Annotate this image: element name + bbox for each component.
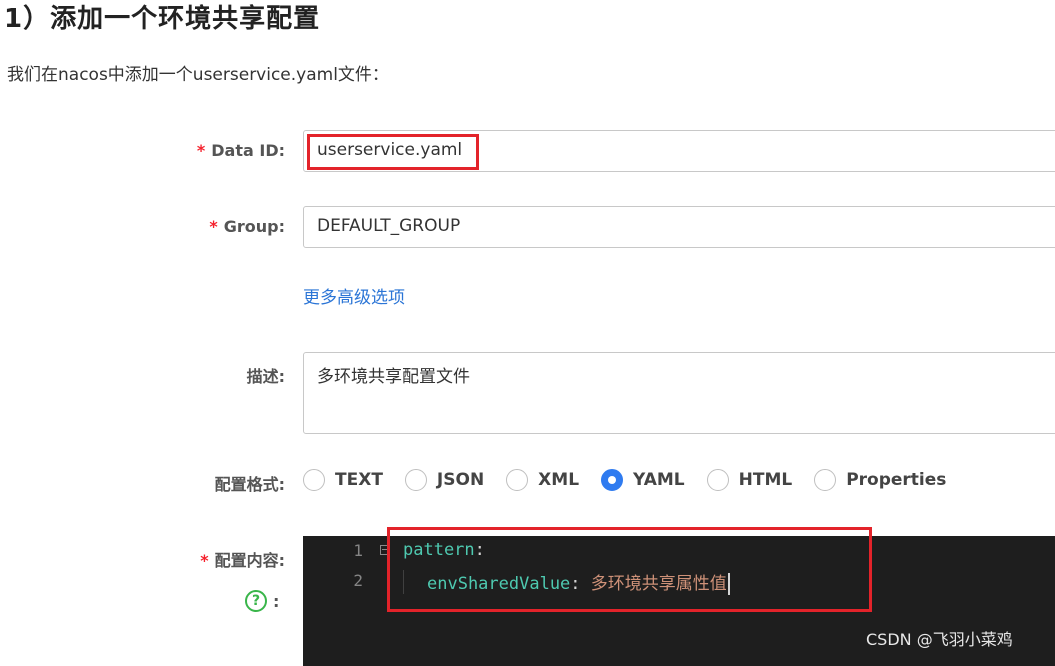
required-marker: * (196, 141, 206, 160)
line-number: 2 (353, 571, 363, 590)
radio-label: XML (538, 470, 580, 490)
radio-circle[interactable] (706, 469, 729, 491)
radio-circle[interactable] (404, 469, 427, 491)
description-textarea[interactable]: 多环境共享配置文件 (303, 352, 1055, 434)
group-label-text: Group: (223, 217, 285, 236)
help-colon: : (273, 591, 280, 611)
radio-text[interactable]: TEXT (303, 469, 383, 491)
section-heading: 1）添加一个环境共享配置 (4, 4, 321, 34)
required-marker: * (209, 217, 218, 236)
radio-label: Properties (846, 470, 947, 490)
radio-label: JSON (436, 470, 485, 490)
radio-html[interactable]: HTML (706, 469, 793, 491)
description-label: 描述: (246, 367, 285, 386)
required-marker: * (200, 551, 209, 570)
radio-circle[interactable] (506, 469, 529, 491)
radio-label: HTML (738, 470, 793, 490)
group-value: DEFAULT_GROUP (317, 216, 461, 236)
data-id-label-text: Data ID: (211, 141, 285, 160)
radio-label: TEXT (335, 470, 383, 490)
content-help: ? : (245, 590, 279, 612)
radio-label: YAML (633, 470, 685, 490)
radio-circle-selected[interactable] (601, 469, 624, 491)
radio-json[interactable]: JSON (404, 469, 485, 491)
format-radio-group: TEXT JSON XML YAML HTML Properties (303, 464, 968, 496)
description-value: 多环境共享配置文件 (317, 367, 470, 387)
group-label: * Group: (85, 217, 285, 236)
radio-xml[interactable]: XML (506, 469, 579, 491)
watermark: CSDN @飞羽小菜鸡 (866, 630, 1013, 649)
advanced-options-link[interactable]: 更多高级选项 (303, 283, 405, 308)
line-number: 1 (353, 541, 363, 560)
format-label: 配置格式: (214, 475, 285, 494)
question-icon[interactable]: ? (245, 590, 267, 612)
radio-circle[interactable] (303, 469, 325, 491)
intro-text: 我们在nacos中添加一个userservice.yaml文件： (7, 65, 389, 85)
content-label-text: 配置内容: (214, 551, 285, 570)
content-label: * 配置内容: (85, 547, 285, 571)
radio-properties[interactable]: Properties (814, 469, 946, 491)
radio-circle[interactable] (814, 469, 837, 491)
data-id-label: * Data ID: (85, 141, 285, 160)
data-id-highlight-box (307, 134, 479, 170)
group-input[interactable]: DEFAULT_GROUP (303, 206, 1055, 248)
radio-yaml[interactable]: YAML (601, 469, 685, 491)
content-highlight-box (387, 527, 872, 612)
